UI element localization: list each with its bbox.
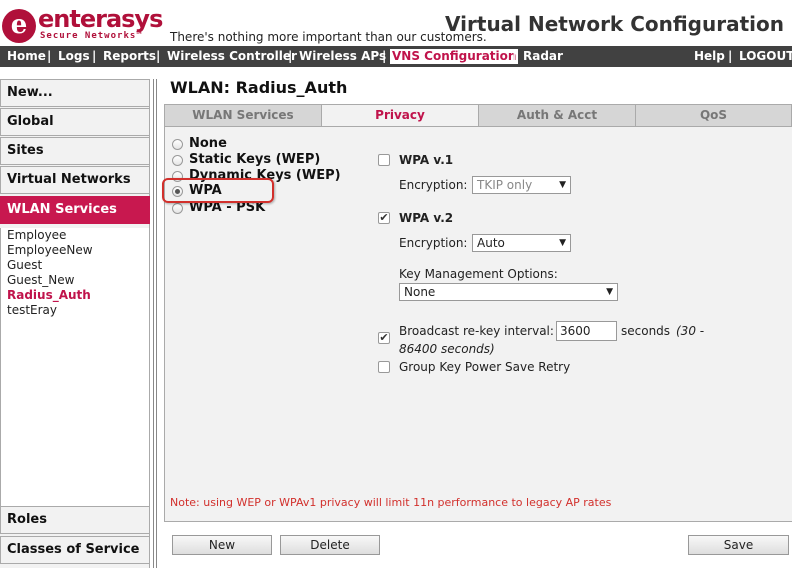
- tab-wlan-services[interactable]: WLAN Services: [164, 104, 322, 127]
- tab-strip: WLAN Services Privacy Auth & Acct QoS: [164, 104, 792, 128]
- nav-logs[interactable]: Logs: [58, 46, 90, 67]
- wlan-list-item[interactable]: testEray: [7, 303, 57, 317]
- page-title: WLAN: Radius_Auth: [170, 78, 348, 97]
- sidebar-item-wlan-services[interactable]: WLAN Services: [0, 196, 150, 224]
- save-button[interactable]: Save: [688, 535, 789, 555]
- sidebar-item-classes-of-service[interactable]: Classes of Service: [0, 536, 150, 564]
- wpa2-label: WPA v.2: [399, 211, 454, 225]
- nav-help[interactable]: Help: [694, 46, 725, 67]
- wpa1-label: WPA v.1: [399, 153, 454, 167]
- group-key-label: Group Key Power Save Retry: [399, 360, 571, 374]
- wpa2-encryption-value: Auto: [477, 236, 505, 250]
- tab-privacy[interactable]: Privacy: [321, 104, 479, 128]
- sidebar-item-virtual-networks[interactable]: Virtual Networks: [0, 166, 150, 194]
- key-management-label: Key Management Options:: [399, 267, 558, 281]
- group-key-checkbox[interactable]: [378, 361, 390, 373]
- wlan-list-item[interactable]: Guest: [7, 258, 42, 272]
- wlan-list-item-active[interactable]: Radius_Auth: [7, 288, 91, 302]
- tab-qos[interactable]: QoS: [635, 104, 792, 127]
- nav-separator: |: [156, 49, 161, 63]
- top-nav: Home | Logs | Reports | Wireless Control…: [0, 46, 792, 67]
- key-management-select[interactable]: None ▼: [399, 283, 618, 301]
- wpa2-encryption-select[interactable]: Auto ▼: [472, 234, 571, 252]
- radio-none[interactable]: [172, 139, 183, 150]
- wpa1-encryption-label: Encryption:: [399, 178, 468, 192]
- radio-label-static-keys: Static Keys (WEP): [189, 152, 321, 167]
- rekey-range-cont: 86400 seconds): [399, 342, 495, 356]
- wlan-list-item[interactable]: EmployeeNew: [7, 243, 93, 257]
- key-management-value: None: [404, 285, 436, 299]
- nav-separator: |: [728, 49, 733, 63]
- nav-radar[interactable]: Radar: [523, 46, 563, 67]
- nav-separator: |: [288, 49, 293, 63]
- nav-wireless-controller[interactable]: Wireless Controller: [167, 46, 297, 67]
- tagline: There's nothing more important than our …: [170, 30, 487, 44]
- radio-static-keys[interactable]: [172, 155, 183, 166]
- header: e enterasys Secure Networks™ There's not…: [0, 0, 792, 46]
- sidebar-item-global[interactable]: Global: [0, 108, 150, 136]
- performance-note: Note: using WEP or WPAv1 privacy will li…: [170, 496, 612, 509]
- wpa1-encryption-value: TKIP only: [477, 178, 533, 192]
- nav-wireless-aps[interactable]: Wireless APs: [299, 46, 386, 67]
- wlan-list-item[interactable]: Guest_New: [7, 273, 74, 287]
- app-title: Virtual Network Configuration: [445, 12, 784, 36]
- logo-icon: e: [2, 9, 36, 43]
- rekey-range: (30 -: [676, 324, 705, 338]
- radio-wpa-psk[interactable]: [172, 203, 183, 214]
- rekey-checkbox[interactable]: ✔: [378, 332, 390, 344]
- sidebar-item-new[interactable]: New...: [0, 79, 150, 107]
- nav-vns-configuration[interactable]: VNS Configuration: [390, 49, 519, 64]
- wlan-list-item[interactable]: Employee: [7, 228, 66, 242]
- wpa2-encryption-label: Encryption:: [399, 236, 468, 250]
- nav-home[interactable]: Home: [7, 46, 46, 67]
- wpa1-encryption-select[interactable]: TKIP only ▼: [472, 176, 571, 194]
- logo-subtitle: Secure Networks™: [40, 31, 143, 41]
- nav-separator: |: [47, 49, 52, 63]
- sidebar-item-roles[interactable]: Roles: [0, 506, 150, 534]
- nav-logout[interactable]: LOGOUT: [739, 46, 792, 67]
- selection-highlight: [162, 178, 274, 203]
- divider: [153, 79, 154, 568]
- chevron-down-icon: ▼: [606, 287, 613, 297]
- nav-separator: |: [92, 49, 97, 63]
- delete-button[interactable]: Delete: [280, 535, 380, 555]
- nav-reports[interactable]: Reports: [103, 46, 156, 67]
- new-button[interactable]: New: [172, 535, 272, 555]
- rekey-label: Broadcast re-key interval:: [399, 324, 554, 338]
- chevron-down-icon: ▼: [559, 180, 566, 190]
- nav-separator: |: [382, 49, 387, 63]
- wpa1-checkbox[interactable]: [378, 154, 390, 166]
- sidebar-item-sites[interactable]: Sites: [0, 137, 150, 165]
- logo-name: enterasys: [38, 5, 163, 33]
- chevron-down-icon: ▼: [559, 238, 566, 248]
- tab-auth-acct[interactable]: Auth & Acct: [478, 104, 636, 127]
- rekey-interval-input[interactable]: 3600: [556, 321, 617, 341]
- wlan-service-list: Employee EmployeeNew Guest Guest_New Rad…: [0, 228, 150, 506]
- rekey-unit: seconds: [621, 324, 671, 338]
- wpa2-checkbox[interactable]: ✔: [378, 212, 390, 224]
- divider: [156, 79, 157, 568]
- nav-separator: |: [512, 49, 517, 63]
- radio-label-none: None: [189, 136, 227, 151]
